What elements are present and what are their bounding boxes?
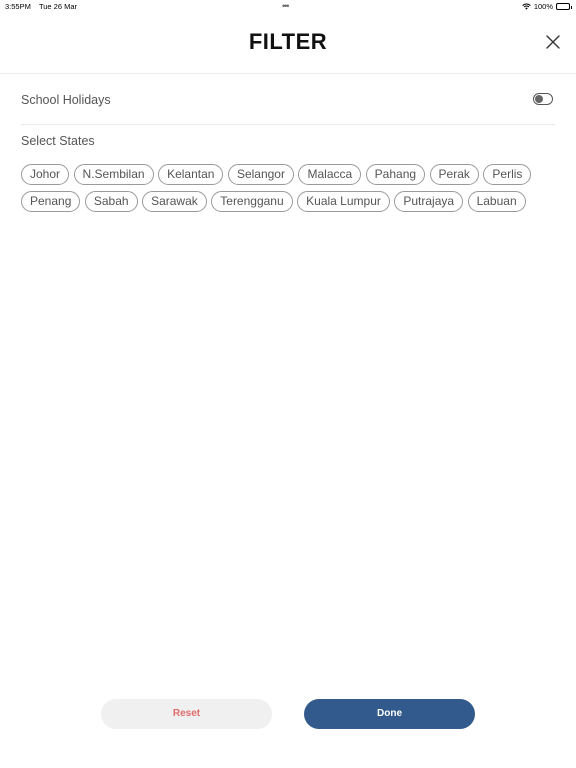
battery-icon: [556, 3, 572, 10]
battery-percent: 100%: [533, 2, 553, 11]
state-chip-malacca[interactable]: Malacca: [298, 164, 362, 185]
status-bar: 3:55PM Tue 26 Mar ••• 100%: [0, 0, 576, 12]
state-chip-kelantan[interactable]: Kelantan: [158, 164, 224, 185]
states-chip-group: Johor N.Sembilan Kelantan Selangor Malacca Pa…: [21, 164, 561, 212]
state-chip-labuan[interactable]: Labuan: [467, 191, 526, 212]
wifi-icon: [522, 3, 531, 10]
status-right: 100%: [522, 2, 572, 11]
toggle-knob: [535, 94, 543, 103]
reset-button[interactable]: Reset: [101, 699, 272, 729]
state-chip-putrajaya[interactable]: Putrajaya: [394, 191, 464, 212]
state-chip-pahang[interactable]: Pahang: [365, 164, 426, 185]
state-chip-sarawak[interactable]: Sarawak: [142, 191, 207, 212]
state-chip-penang[interactable]: Penang: [21, 191, 81, 212]
school-holidays-row: School Holidays: [21, 74, 555, 125]
state-chip-sabah[interactable]: Sabah: [84, 191, 138, 212]
select-states-label: Select States: [21, 134, 95, 148]
header: FILTER: [0, 12, 576, 74]
state-chip-perlis[interactable]: Perlis: [483, 164, 532, 185]
status-date: Tue 26 Mar: [38, 2, 78, 11]
state-chip-johor[interactable]: Johor: [21, 164, 70, 185]
done-button[interactable]: Done: [304, 699, 475, 729]
state-chip-kuala-lumpur[interactable]: Kuala Lumpur: [297, 191, 390, 212]
status-time: 3:55PM: [5, 2, 31, 11]
status-left: 3:55PM Tue 26 Mar: [5, 2, 77, 11]
school-holidays-toggle[interactable]: [533, 93, 553, 105]
page-title: FILTER: [248, 29, 328, 54]
multitasking-dots[interactable]: •••: [282, 1, 290, 11]
filter-screen: 3:55PM Tue 26 Mar ••• 100% FILTER School…: [0, 0, 576, 768]
school-holidays-label: School Holidays: [21, 93, 111, 107]
close-icon[interactable]: [544, 33, 562, 51]
state-chip-terengganu[interactable]: Terengganu: [211, 191, 293, 212]
state-chip-n-sembilan[interactable]: N.Sembilan: [73, 164, 154, 185]
state-chip-selangor[interactable]: Selangor: [227, 164, 294, 185]
state-chip-perak[interactable]: Perak: [429, 164, 479, 185]
